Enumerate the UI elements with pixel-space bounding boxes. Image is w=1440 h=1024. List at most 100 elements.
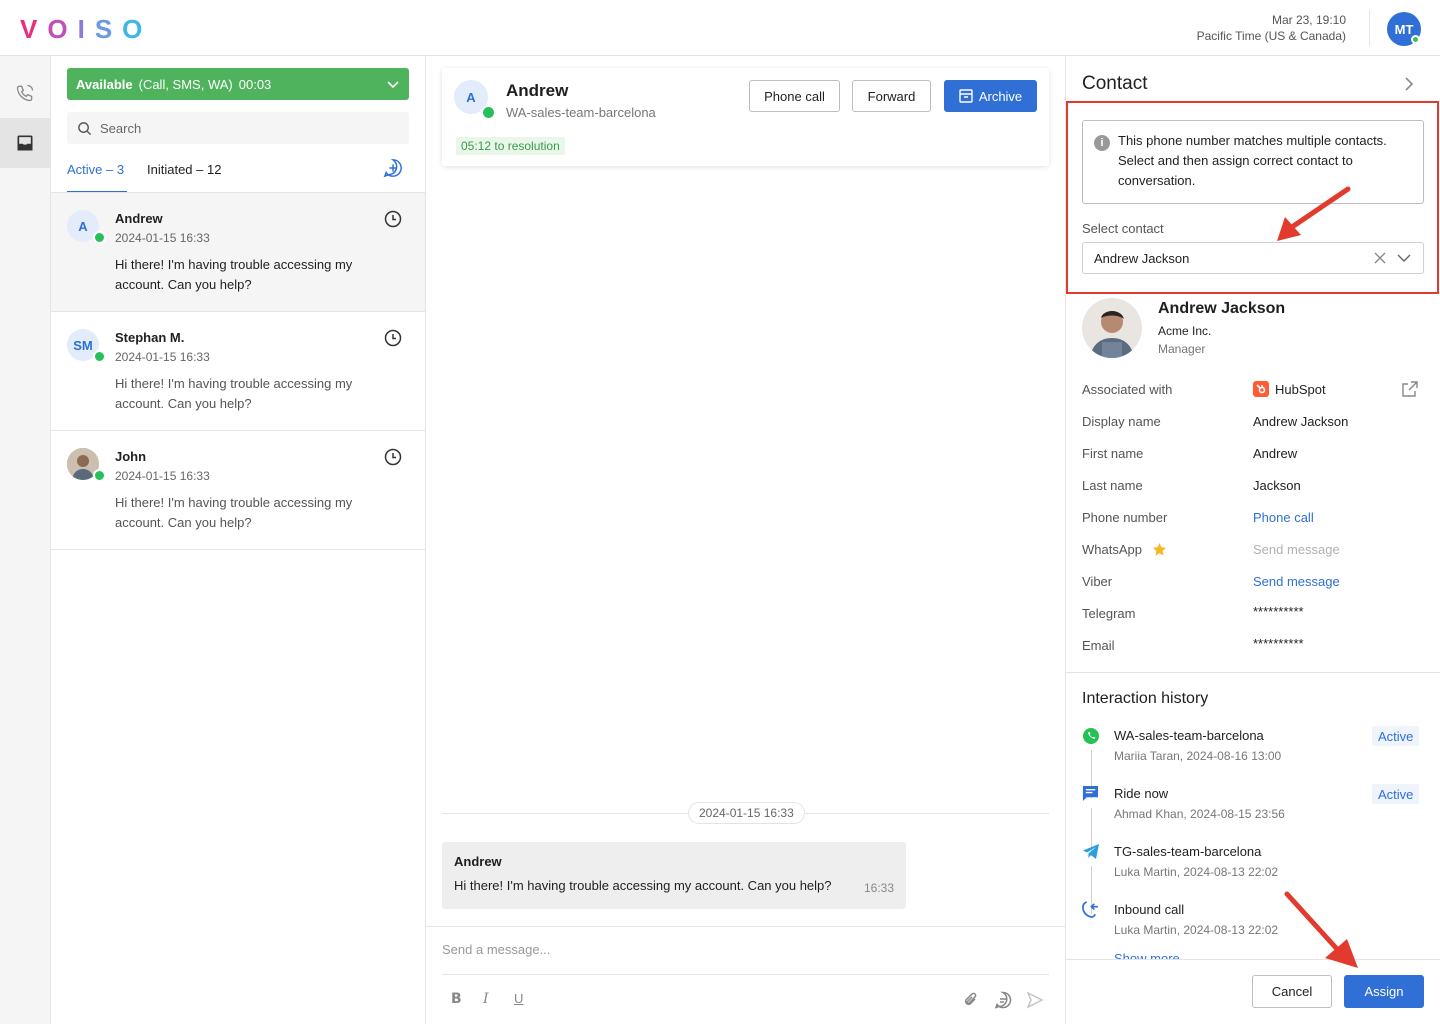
- history-item-name[interactable]: WA-sales-team-barcelona: [1114, 728, 1264, 743]
- avatar-initials: SM: [73, 337, 93, 353]
- cancel-button[interactable]: Cancel: [1252, 975, 1332, 1008]
- history-item-meta: Mariia Taran, 2024-08-16 13:00: [1114, 749, 1282, 763]
- inbox-icon: [17, 135, 33, 151]
- phone-call-link[interactable]: Phone call: [1253, 510, 1314, 525]
- history-item-meta: Luka Martin, 2024-08-13 22:02: [1114, 923, 1279, 937]
- avatar-initials: A: [78, 218, 88, 234]
- divider: [426, 926, 1065, 927]
- contact-role: Manager: [1158, 342, 1206, 356]
- archive-button[interactable]: Archive: [944, 80, 1037, 112]
- cancel-label: Cancel: [1271, 984, 1313, 999]
- field-label: Associated with: [1082, 382, 1173, 397]
- contact-photo: [1082, 298, 1142, 358]
- tab-initiated[interactable]: Initiated – 12: [147, 162, 221, 177]
- history-item-meta: Ahmad Khan, 2024-08-15 23:56: [1114, 807, 1285, 821]
- contact-company: Acme Inc.: [1158, 324, 1212, 338]
- status-label: Available: [76, 76, 133, 92]
- field-label: WhatsApp: [1082, 542, 1142, 557]
- message-text: Hi there! I'm having trouble accessing m…: [454, 878, 832, 893]
- contact-title: Contact: [1082, 73, 1148, 94]
- field-label: Telegram: [1082, 606, 1136, 621]
- conversation-name: Stephan M.: [115, 330, 185, 345]
- star-icon: [1152, 542, 1167, 556]
- calls-nav-button[interactable]: [0, 68, 50, 118]
- display-name-value: Andrew Jackson: [1253, 414, 1349, 429]
- availability-dropdown[interactable]: Available (Call, SMS, WA) 00:03: [67, 68, 409, 100]
- annotation-highlight-box: [1066, 101, 1439, 294]
- viber-send-link[interactable]: Send message: [1253, 574, 1340, 589]
- italic-button[interactable]: I: [483, 991, 489, 1007]
- conversation-preview: Hi there! I'm having trouble accessing m…: [115, 495, 353, 530]
- new-conversation-icon[interactable]: [383, 158, 403, 178]
- logo-letter: O: [47, 14, 78, 44]
- history-item-name[interactable]: TG-sales-team-barcelona: [1114, 844, 1261, 859]
- conversation-timestamp: 2024-01-15 16:33: [115, 231, 210, 245]
- whatsapp-icon: [481, 105, 496, 120]
- last-name-value: Jackson: [1253, 478, 1301, 493]
- emoji-comment-icon[interactable]: [994, 991, 1012, 1009]
- whatsapp-icon: [1083, 728, 1099, 744]
- bold-button[interactable]: B: [451, 991, 462, 1007]
- conversation-name: John: [115, 449, 147, 464]
- external-link-icon[interactable]: [1402, 381, 1418, 397]
- history-item-name[interactable]: Ride now: [1114, 786, 1168, 801]
- assign-button[interactable]: Assign: [1344, 975, 1424, 1008]
- date-divider: 2024-01-15 16:33: [688, 802, 805, 824]
- archive-label: Archive: [978, 88, 1023, 104]
- divider: [1066, 672, 1440, 673]
- datetime: Mar 23, 19:10 Pacific Time (US & Canada): [1197, 12, 1346, 44]
- inbox-nav-button[interactable]: [0, 118, 50, 168]
- assign-label: Assign: [1364, 984, 1404, 999]
- conversation-preview: Hi there! I'm having trouble accessing m…: [115, 257, 353, 292]
- status-timer: 00:03: [238, 76, 272, 92]
- annotation-arrow: [1277, 186, 1351, 241]
- field-label: Last name: [1082, 478, 1143, 493]
- message-input[interactable]: Send a message...: [442, 942, 550, 957]
- online-status-dot: [1411, 35, 1420, 44]
- avatar-initials: A: [466, 89, 476, 105]
- chat-channel-name: WA-sales-team-barcelona: [506, 105, 656, 120]
- conversation-timestamp: 2024-01-15 16:33: [115, 469, 210, 483]
- clock-icon: [384, 329, 402, 347]
- conversation-name: Andrew: [115, 211, 163, 226]
- logo-letter: S: [94, 14, 123, 44]
- first-name-value: Andrew: [1253, 446, 1298, 461]
- tab-active[interactable]: Active – 3: [67, 162, 124, 177]
- contact-name: Andrew Jackson: [1158, 300, 1286, 317]
- archive-icon: [959, 89, 973, 103]
- email-value: **********: [1253, 636, 1304, 651]
- sms-icon: [1082, 785, 1099, 802]
- whatsapp-send-link[interactable]: Send message: [1253, 542, 1340, 557]
- conversation-item[interactable]: A Andrew 2024-01-15 16:33 Hi there! I'm …: [51, 193, 425, 312]
- timezone-text: Pacific Time (US & Canada): [1196, 29, 1346, 43]
- conversation-item[interactable]: John 2024-01-15 16:33 Hi there! I'm havi…: [51, 431, 425, 550]
- history-item-meta: Luka Martin, 2024-08-13 22:02: [1114, 865, 1279, 879]
- message-bubble: Andrew Hi there! I'm having trouble acce…: [442, 842, 906, 909]
- forward-button[interactable]: Forward: [852, 80, 931, 112]
- inbound-call-icon: [1082, 901, 1099, 918]
- field-label: Phone number: [1082, 510, 1168, 525]
- whatsapp-icon: [93, 350, 106, 363]
- conversation-tabs: Active – 3 Initiated – 12: [67, 156, 409, 193]
- chevron-right-icon[interactable]: [1404, 76, 1414, 92]
- status-badge: Active: [1372, 784, 1420, 804]
- search-input[interactable]: Search: [67, 112, 409, 144]
- conversation-list-pane: Available (Call, SMS, WA) 00:03 Search A…: [51, 56, 426, 1024]
- history-item-name[interactable]: Inbound call: [1114, 902, 1184, 917]
- send-icon[interactable]: [1026, 991, 1044, 1009]
- conversation-timestamp: 2024-01-15 16:33: [115, 350, 210, 364]
- hubspot-icon: [1253, 381, 1269, 397]
- divider: [1369, 10, 1370, 46]
- underline-button[interactable]: U: [514, 991, 523, 1006]
- telegram-icon: [1083, 844, 1099, 859]
- message-author: Andrew: [454, 854, 502, 869]
- associated-crm: HubSpot: [1275, 382, 1326, 397]
- chevron-down-icon: [387, 81, 399, 89]
- phone-call-button[interactable]: Phone call: [749, 80, 840, 112]
- attach-icon[interactable]: [963, 991, 979, 1009]
- status-badge: Active: [1372, 726, 1420, 746]
- voiso-logo: V O I S O: [20, 14, 152, 45]
- field-label: Email: [1082, 638, 1115, 653]
- conversation-preview: Hi there! I'm having trouble accessing m…: [115, 376, 353, 411]
- conversation-item[interactable]: SM Stephan M. 2024-01-15 16:33 Hi there!…: [51, 312, 425, 431]
